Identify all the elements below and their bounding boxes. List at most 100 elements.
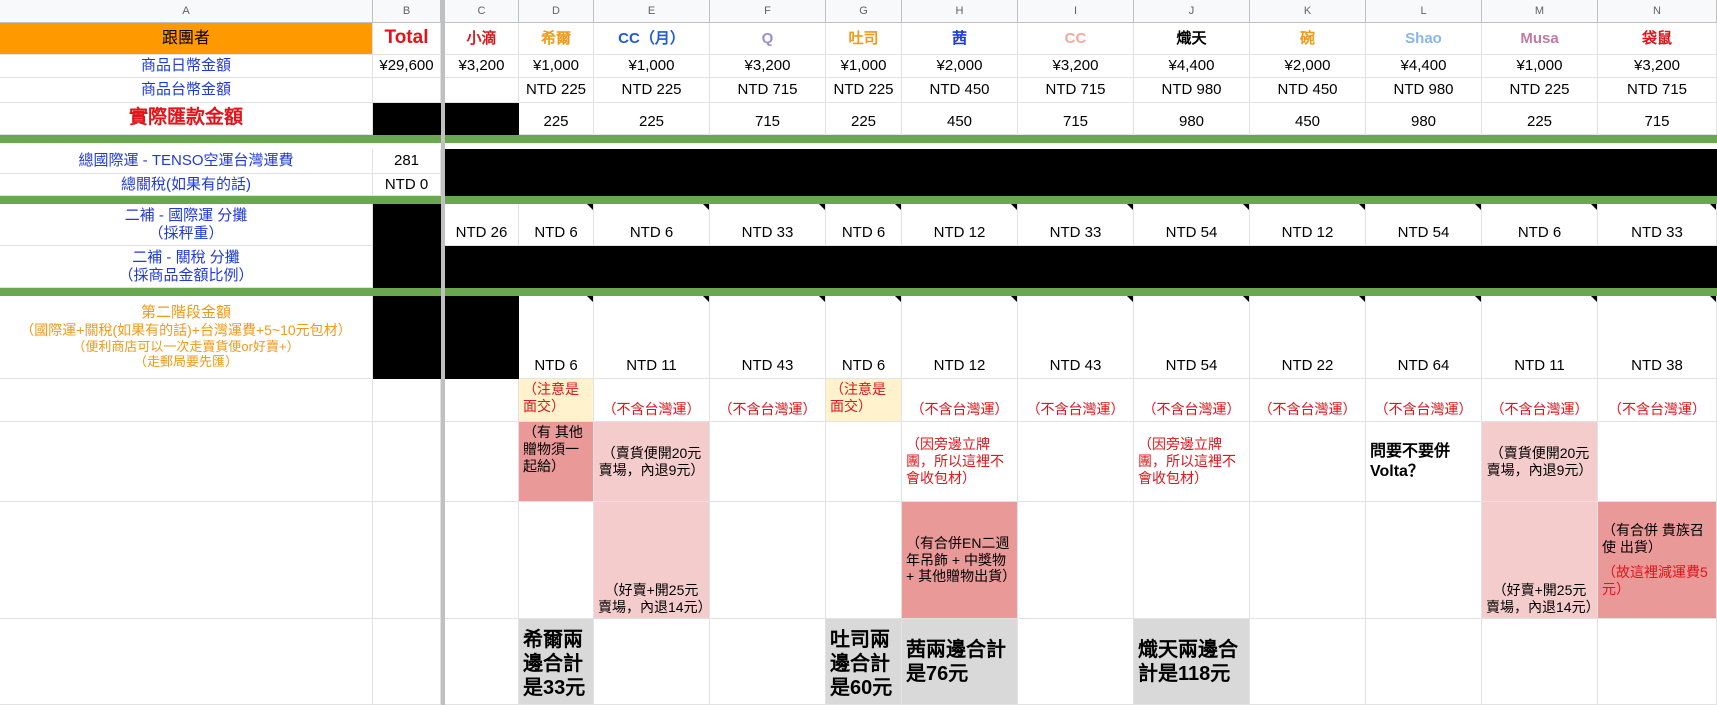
supp-shipping-label[interactable]: 二補 - 國際運 分攤 （採秤重） <box>0 204 373 246</box>
column-header-c[interactable]: C <box>445 0 519 23</box>
remit-amount[interactable]: 225 <box>594 103 710 135</box>
stage2-amount[interactable]: NTD 6 <box>826 296 902 379</box>
empty-cell[interactable] <box>710 422 826 502</box>
empty-cell[interactable] <box>826 502 902 619</box>
stage2-amount[interactable]: NTD 43 <box>710 296 826 379</box>
empty-cell[interactable] <box>1598 422 1717 502</box>
total-tax-value[interactable]: NTD 0 <box>373 174 441 196</box>
stage2-amount[interactable]: NTD 11 <box>594 296 710 379</box>
column-header-m[interactable]: M <box>1482 0 1598 23</box>
note-qian-merge[interactable]: （有合併EN二週年吊飾 + 中獎物 + 其他贈物出貨） <box>902 502 1018 619</box>
column-header-g[interactable]: G <box>826 0 902 23</box>
jpy-amount[interactable]: ¥1,000 <box>826 55 902 78</box>
remit-amount[interactable]: 450 <box>902 103 1018 135</box>
total-note-xier[interactable]: 希爾兩邊合計是33元 <box>519 619 594 705</box>
note-excl-tw-shipping[interactable]: （不含台灣運） <box>902 379 1018 422</box>
twd-amount[interactable]: NTD 225 <box>826 78 902 103</box>
column-header-n[interactable]: N <box>1598 0 1717 23</box>
empty-cell[interactable] <box>710 619 826 705</box>
supp-tax-label[interactable]: 二補 - 關稅 分攤 （採商品金額比例） <box>0 246 373 288</box>
column-header-d[interactable]: D <box>519 0 594 23</box>
note-musa-shipping[interactable]: （賣貨便開20元賣場，內退9元） <box>1482 422 1598 502</box>
stage2-amount[interactable]: NTD 11 <box>1482 296 1598 379</box>
empty-cell[interactable] <box>373 502 441 619</box>
twd-amount[interactable]: NTD 450 <box>1250 78 1366 103</box>
empty-cell[interactable] <box>445 502 519 619</box>
empty-cell[interactable] <box>0 502 373 619</box>
empty-cell[interactable] <box>373 379 441 422</box>
empty-cell[interactable] <box>710 502 826 619</box>
empty-cell[interactable] <box>1366 619 1482 705</box>
participant-name[interactable]: CC（月） <box>594 23 710 55</box>
jpy-amount[interactable]: ¥2,000 <box>1250 55 1366 78</box>
participant-name[interactable]: 熾天 <box>1134 23 1250 55</box>
participant-name[interactable]: CC <box>1018 23 1134 55</box>
frozen-column-separator[interactable] <box>441 0 445 705</box>
supp-shipping-amount[interactable]: NTD 6 <box>1482 204 1598 246</box>
empty-cell[interactable] <box>0 379 373 422</box>
twd-amount[interactable]: NTD 715 <box>1018 78 1134 103</box>
total-note-chitian[interactable]: 熾天兩邊合計是118元 <box>1134 619 1250 705</box>
twd-label[interactable]: 商品台幣金額 <box>0 78 373 103</box>
stage2-amount[interactable]: NTD 43 <box>1018 296 1134 379</box>
participant-name[interactable]: 袋鼠 <box>1598 23 1717 55</box>
participant-name[interactable]: 希爾 <box>519 23 594 55</box>
column-header-h[interactable]: H <box>902 0 1018 23</box>
empty-cell[interactable] <box>0 422 373 502</box>
participant-name[interactable]: Shao <box>1366 23 1482 55</box>
twd-amount[interactable]: NTD 715 <box>710 78 826 103</box>
total-note-qian[interactable]: 茜兩邊合計是76元 <box>902 619 1018 705</box>
participant-name[interactable]: 茜 <box>902 23 1018 55</box>
supp-shipping-amount[interactable]: NTD 6 <box>826 204 902 246</box>
column-header-i[interactable]: I <box>1018 0 1134 23</box>
total-header[interactable]: Total <box>373 23 441 55</box>
stage2-amount[interactable]: NTD 6 <box>519 296 594 379</box>
intl-shipping-label[interactable]: 總國際運 - TENSO空運台灣運費 <box>0 149 373 174</box>
supp-shipping-amount[interactable]: NTD 12 <box>902 204 1018 246</box>
participant-name[interactable]: 吐司 <box>826 23 902 55</box>
note-excl-tw-shipping[interactable]: （不含台灣運） <box>1018 379 1134 422</box>
jpy-amount[interactable]: ¥4,400 <box>1134 55 1250 78</box>
note-cc-month-shipping[interactable]: （賣貨便開20元賣場，內退9元） <box>594 422 710 502</box>
stage2-amount[interactable]: NTD 12 <box>902 296 1018 379</box>
column-header-e[interactable]: E <box>594 0 710 23</box>
jpy-amount[interactable]: ¥4,400 <box>1366 55 1482 78</box>
jpy-amount[interactable]: ¥3,200 <box>1018 55 1134 78</box>
column-header-j[interactable]: J <box>1134 0 1250 23</box>
empty-cell[interactable] <box>1018 502 1134 619</box>
column-header-f[interactable]: F <box>710 0 826 23</box>
participant-name[interactable]: Musa <box>1482 23 1598 55</box>
supp-shipping-amount[interactable]: NTD 54 <box>1366 204 1482 246</box>
participant-name[interactable]: Q <box>710 23 826 55</box>
twd-amount[interactable]: NTD 980 <box>1366 78 1482 103</box>
empty-cell[interactable] <box>445 619 519 705</box>
supp-shipping-amount[interactable]: NTD 54 <box>1134 204 1250 246</box>
note-face-to-face[interactable]: （注意是面交） <box>826 379 902 422</box>
stage2-amount[interactable]: NTD 22 <box>1250 296 1366 379</box>
supp-shipping-amount[interactable]: NTD 33 <box>1018 204 1134 246</box>
column-header-b[interactable]: B <box>373 0 441 23</box>
jpy-total[interactable]: ¥29,600 <box>373 55 441 78</box>
remit-amount[interactable]: 225 <box>519 103 594 135</box>
empty-cell[interactable] <box>1482 619 1598 705</box>
remit-amount[interactable]: 715 <box>1018 103 1134 135</box>
note-excl-tw-shipping[interactable]: （不含台灣運） <box>1134 379 1250 422</box>
note-shao-volta[interactable]: 問要不要併Volta？ <box>1366 422 1482 502</box>
twd-amount[interactable]: NTD 225 <box>594 78 710 103</box>
twd-amount[interactable] <box>445 78 519 103</box>
jpy-amount[interactable]: ¥1,000 <box>1482 55 1598 78</box>
supp-shipping-amount[interactable]: NTD 6 <box>519 204 594 246</box>
note-chitian-packaging[interactable]: （因旁邊立牌團，所以這裡不會收包材） <box>1134 422 1250 502</box>
column-header-l[interactable]: L <box>1366 0 1482 23</box>
total-tax-label[interactable]: 總關稅(如果有的話) <box>0 174 373 196</box>
note-excl-tw-shipping[interactable]: （不含台灣運） <box>1482 379 1598 422</box>
participant-name[interactable]: 小滴 <box>445 23 519 55</box>
stage2-amount[interactable]: NTD 38 <box>1598 296 1717 379</box>
note-excl-tw-shipping[interactable]: （不含台灣運） <box>1250 379 1366 422</box>
remit-amount[interactable]: 980 <box>1366 103 1482 135</box>
twd-total[interactable] <box>373 78 441 103</box>
note-xier-gift[interactable]: （有 其他贈物須一起給） <box>519 422 594 502</box>
note-excl-tw-shipping[interactable]: （不含台灣運） <box>1366 379 1482 422</box>
empty-cell[interactable] <box>0 619 373 705</box>
remit-amount[interactable]: 450 <box>1250 103 1366 135</box>
